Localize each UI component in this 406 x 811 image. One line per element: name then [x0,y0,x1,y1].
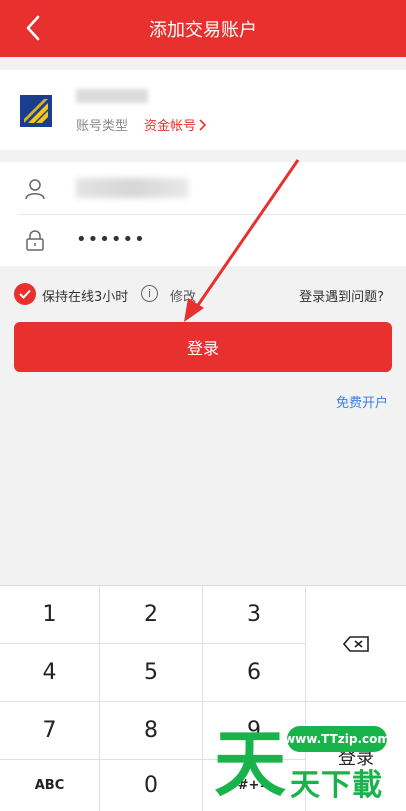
divider [18,214,406,215]
key-7[interactable]: 7 [0,702,100,760]
check-icon [19,289,31,299]
user-icon [25,179,45,200]
broker-logo [20,95,52,127]
broker-name [76,88,148,106]
key-3[interactable]: 3 [203,586,306,644]
keep-online-checkbox[interactable] [14,283,36,305]
chevron-left-icon [26,15,40,41]
backspace-key[interactable] [306,586,406,702]
account-input[interactable] [76,178,188,198]
account-type-value: 资金帐号 [144,119,197,134]
open-account-link[interactable]: 免费开户 [336,392,388,411]
chevron-right-icon [199,118,207,131]
login-button[interactable]: 登录 [14,322,392,372]
options-row: 保持在线3小时 i 修改 登录遇到问题? [14,283,394,305]
lock-icon [26,230,44,251]
key-8[interactable]: 8 [100,702,203,760]
backspace-icon [343,635,369,652]
keyboard-submit-key[interactable]: 登录 [306,702,406,811]
key-6[interactable]: 6 [203,644,306,702]
key-4[interactable]: 4 [0,644,100,702]
key-1[interactable]: 1 [0,586,100,644]
back-button[interactable] [18,13,48,43]
key-0[interactable]: 0 [100,760,203,811]
account-type-selector[interactable]: 资金帐号 [144,115,207,134]
top-bar: 添加交易账户 [0,0,406,57]
login-trouble-link[interactable]: 登录遇到问题? [299,286,384,305]
broker-card[interactable] [0,70,406,150]
keep-online-label: 保持在线3小时 [42,290,129,305]
key-5[interactable]: 5 [100,644,203,702]
key-2[interactable]: 2 [100,586,203,644]
key-9[interactable]: 9 [203,702,306,760]
numeric-keyboard: 1 2 3 4 5 6 7 8 9 ABC 0 #+= 登录 [0,585,406,811]
modify-link[interactable]: 修改 [170,286,196,305]
account-type-label: 账号类型 [76,119,129,134]
password-input[interactable]: •••••• [76,229,146,250]
key-abc[interactable]: ABC [0,760,100,811]
info-icon[interactable]: i [141,285,158,302]
page-title: 添加交易账户 [149,19,257,41]
key-symbols[interactable]: #+= [203,760,306,811]
